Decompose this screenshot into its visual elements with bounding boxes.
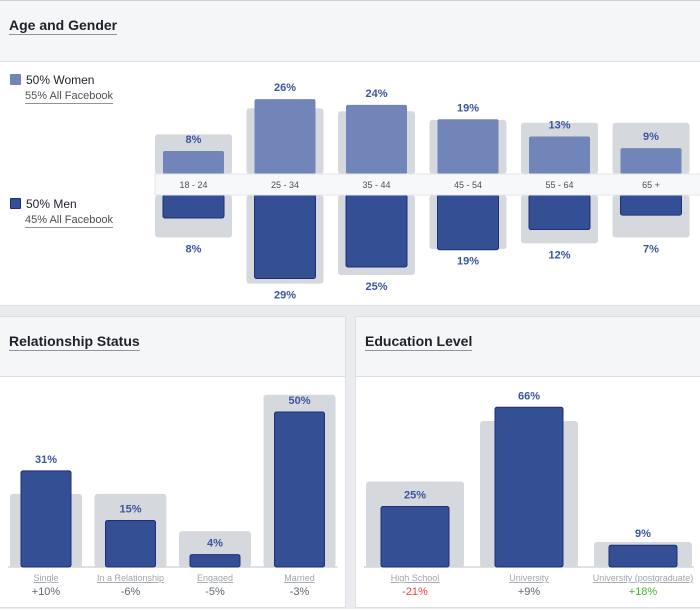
women-bar[interactable] bbox=[620, 148, 682, 174]
men-bar[interactable] bbox=[620, 194, 682, 216]
category-label[interactable]: University (postgraduate) bbox=[593, 573, 694, 583]
value-bar[interactable] bbox=[380, 506, 450, 568]
women-bar[interactable] bbox=[346, 104, 407, 174]
difference-label: -3% bbox=[290, 586, 310, 598]
age-tick-label: 18 - 24 bbox=[179, 180, 207, 190]
age-tick-label: 55 - 64 bbox=[545, 180, 573, 190]
age-axis-band bbox=[154, 173, 700, 196]
men-value-label: 19% bbox=[457, 256, 479, 268]
men-bar[interactable] bbox=[345, 194, 408, 268]
value-label: 25% bbox=[404, 490, 426, 502]
women-value-label: 26% bbox=[274, 82, 296, 94]
relationship-card: Relationship Status 31% Single +10% 15% In a… bbox=[0, 316, 346, 608]
category-label[interactable]: Married bbox=[284, 573, 315, 583]
value-bar[interactable] bbox=[189, 554, 241, 568]
age-tick-label: 45 - 54 bbox=[454, 180, 482, 190]
value-bar[interactable] bbox=[494, 406, 564, 568]
men-bar[interactable] bbox=[162, 194, 225, 219]
difference-label: +18% bbox=[629, 586, 658, 598]
difference-label: -21% bbox=[402, 586, 428, 598]
women-value-label: 9% bbox=[643, 131, 659, 143]
value-label: 9% bbox=[635, 528, 651, 540]
women-bar[interactable] bbox=[163, 150, 224, 174]
age-gender-chart: 8% 8% 26% 29% 24% 25% 19% 19% 13% 12% 9% 7% 18 - 24 2… bbox=[154, 82, 700, 302]
value-bar[interactable] bbox=[274, 411, 325, 568]
men-bar[interactable] bbox=[254, 194, 316, 280]
age-tick-label: 25 - 34 bbox=[271, 180, 299, 190]
age-gender-card: Age and Gender 50% Women 55% All Faceboo… bbox=[0, 0, 700, 306]
value-bar[interactable] bbox=[105, 520, 156, 568]
difference-label: -6% bbox=[121, 586, 141, 598]
women-value-label: 13% bbox=[548, 120, 570, 132]
men-bar[interactable] bbox=[528, 194, 591, 231]
women-value-label: 24% bbox=[365, 88, 387, 100]
value-label: 15% bbox=[119, 504, 141, 516]
women-bar[interactable] bbox=[529, 136, 590, 174]
women-value-label: 19% bbox=[457, 102, 479, 114]
value-bar[interactable] bbox=[20, 470, 72, 568]
women-bar[interactable] bbox=[254, 99, 316, 174]
difference-label: +10% bbox=[32, 586, 61, 598]
men-value-label: 12% bbox=[548, 249, 570, 261]
women-value-label: 8% bbox=[186, 134, 202, 146]
education-chart: 25% High School -21% 66% University +9% 9% Univ… bbox=[364, 390, 694, 598]
age-tick-label: 65 + bbox=[642, 180, 660, 190]
age-tick-label: 35 - 44 bbox=[362, 180, 390, 190]
men-bar[interactable] bbox=[437, 194, 499, 251]
category-label[interactable]: Engaged bbox=[197, 573, 233, 583]
education-card: Education Level 25% High School -21% 66% Uni… bbox=[355, 316, 700, 608]
category-label[interactable]: In a Relationship bbox=[97, 573, 164, 583]
relationship-chart: 31% Single +10% 15% In a Relationship -6% 4% En… bbox=[8, 394, 338, 598]
women-bar[interactable] bbox=[437, 119, 499, 174]
difference-label: +9% bbox=[518, 586, 541, 598]
category-label[interactable]: Single bbox=[33, 573, 58, 583]
value-label: 50% bbox=[288, 395, 310, 407]
men-value-label: 8% bbox=[186, 244, 202, 256]
men-value-label: 29% bbox=[274, 290, 296, 302]
category-label[interactable]: University bbox=[509, 573, 549, 583]
men-value-label: 7% bbox=[643, 244, 659, 256]
value-label: 4% bbox=[207, 538, 223, 550]
value-label: 31% bbox=[35, 454, 57, 466]
difference-label: -5% bbox=[205, 586, 225, 598]
men-value-label: 25% bbox=[365, 281, 387, 293]
value-bar[interactable] bbox=[608, 544, 678, 568]
category-label[interactable]: High School bbox=[391, 573, 440, 583]
value-label: 66% bbox=[518, 390, 540, 402]
